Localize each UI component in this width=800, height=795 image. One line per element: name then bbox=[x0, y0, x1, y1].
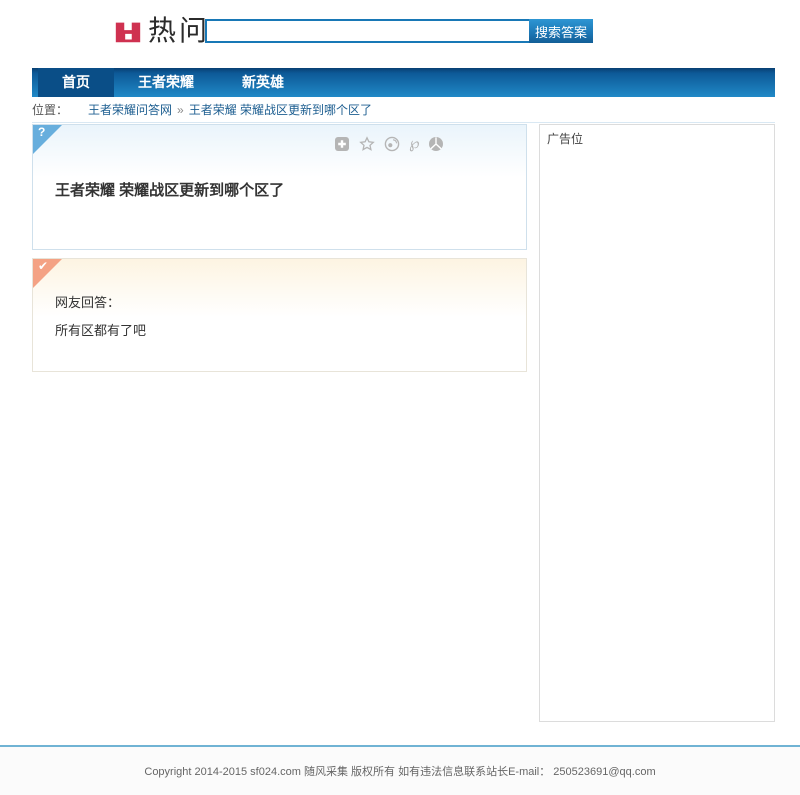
search-button[interactable]: 搜索答案 bbox=[529, 19, 593, 43]
breadcrumb-site-link[interactable]: 王者荣耀问答网 bbox=[88, 103, 172, 117]
breadcrumb-separator: » bbox=[177, 103, 184, 117]
share-plus-icon[interactable] bbox=[334, 136, 350, 152]
breadcrumb: 位置： 王者荣耀问答网 » 王者荣耀 荣耀战区更新到哪个区了 bbox=[32, 97, 775, 123]
nav-item-home[interactable]: 首页 bbox=[38, 68, 114, 97]
answer-corner-ribbon: ✔ bbox=[33, 259, 62, 288]
favorite-star-icon[interactable] bbox=[359, 136, 375, 152]
sina-weibo-icon[interactable] bbox=[384, 136, 400, 152]
logo-icon bbox=[115, 22, 141, 43]
page: 热问 搜索答案 首页 王者荣耀 新英雄 位置： 王者荣耀问答网 » 王者荣耀 荣耀战区… bbox=[0, 0, 800, 795]
breadcrumb-label: 位置： bbox=[32, 103, 69, 117]
search-bar: 搜索答案 bbox=[205, 19, 593, 43]
question-title: 王者荣耀 荣耀战区更新到哪个区了 bbox=[55, 182, 285, 199]
logo[interactable]: 热问 bbox=[113, 15, 210, 47]
logo-text: 热问 bbox=[148, 15, 211, 46]
breadcrumb-current: 王者荣耀 荣耀战区更新到哪个区了 bbox=[188, 103, 373, 117]
answer-heading: 网友回答： bbox=[55, 295, 121, 310]
question-card: ? ℘ 王者荣耀 荣耀战区更新到哪个区了 bbox=[32, 124, 527, 250]
nav-item-wangzherongyao[interactable]: 王者荣耀 bbox=[114, 68, 218, 97]
search-input[interactable] bbox=[205, 19, 529, 43]
main-nav: 首页 王者荣耀 新英雄 bbox=[32, 68, 775, 97]
footer: Copyright 2014-2015 sf024.com 随风采集 版权所有 … bbox=[0, 745, 800, 795]
qzone-icon[interactable] bbox=[428, 136, 444, 152]
sidebar: 广告位 bbox=[539, 124, 775, 722]
header: 热问 搜索答案 bbox=[0, 0, 800, 68]
content-column: ? ℘ 王者荣耀 荣耀战区更新到哪个区了 ✔ 网友回答： 所有区都有了吧 bbox=[32, 124, 527, 722]
share-toolbar: ℘ bbox=[334, 136, 444, 152]
ad-label: 广告位 bbox=[547, 132, 584, 146]
tencent-weibo-icon[interactable]: ℘ bbox=[409, 136, 419, 152]
copyright-text: Copyright 2014-2015 sf024.com 随风采集 版权所有 … bbox=[144, 766, 656, 778]
question-corner-ribbon: ? bbox=[33, 125, 62, 154]
main-content: ? ℘ 王者荣耀 荣耀战区更新到哪个区了 ✔ 网友回答： 所有区都有了吧 广告位 bbox=[32, 124, 775, 722]
ad-placeholder: 广告位 bbox=[539, 124, 775, 722]
answer-card: ✔ 网友回答： 所有区都有了吧 bbox=[32, 258, 527, 372]
nav-item-xinyingxiong[interactable]: 新英雄 bbox=[218, 68, 308, 97]
answer-body: 所有区都有了吧 bbox=[55, 323, 147, 338]
